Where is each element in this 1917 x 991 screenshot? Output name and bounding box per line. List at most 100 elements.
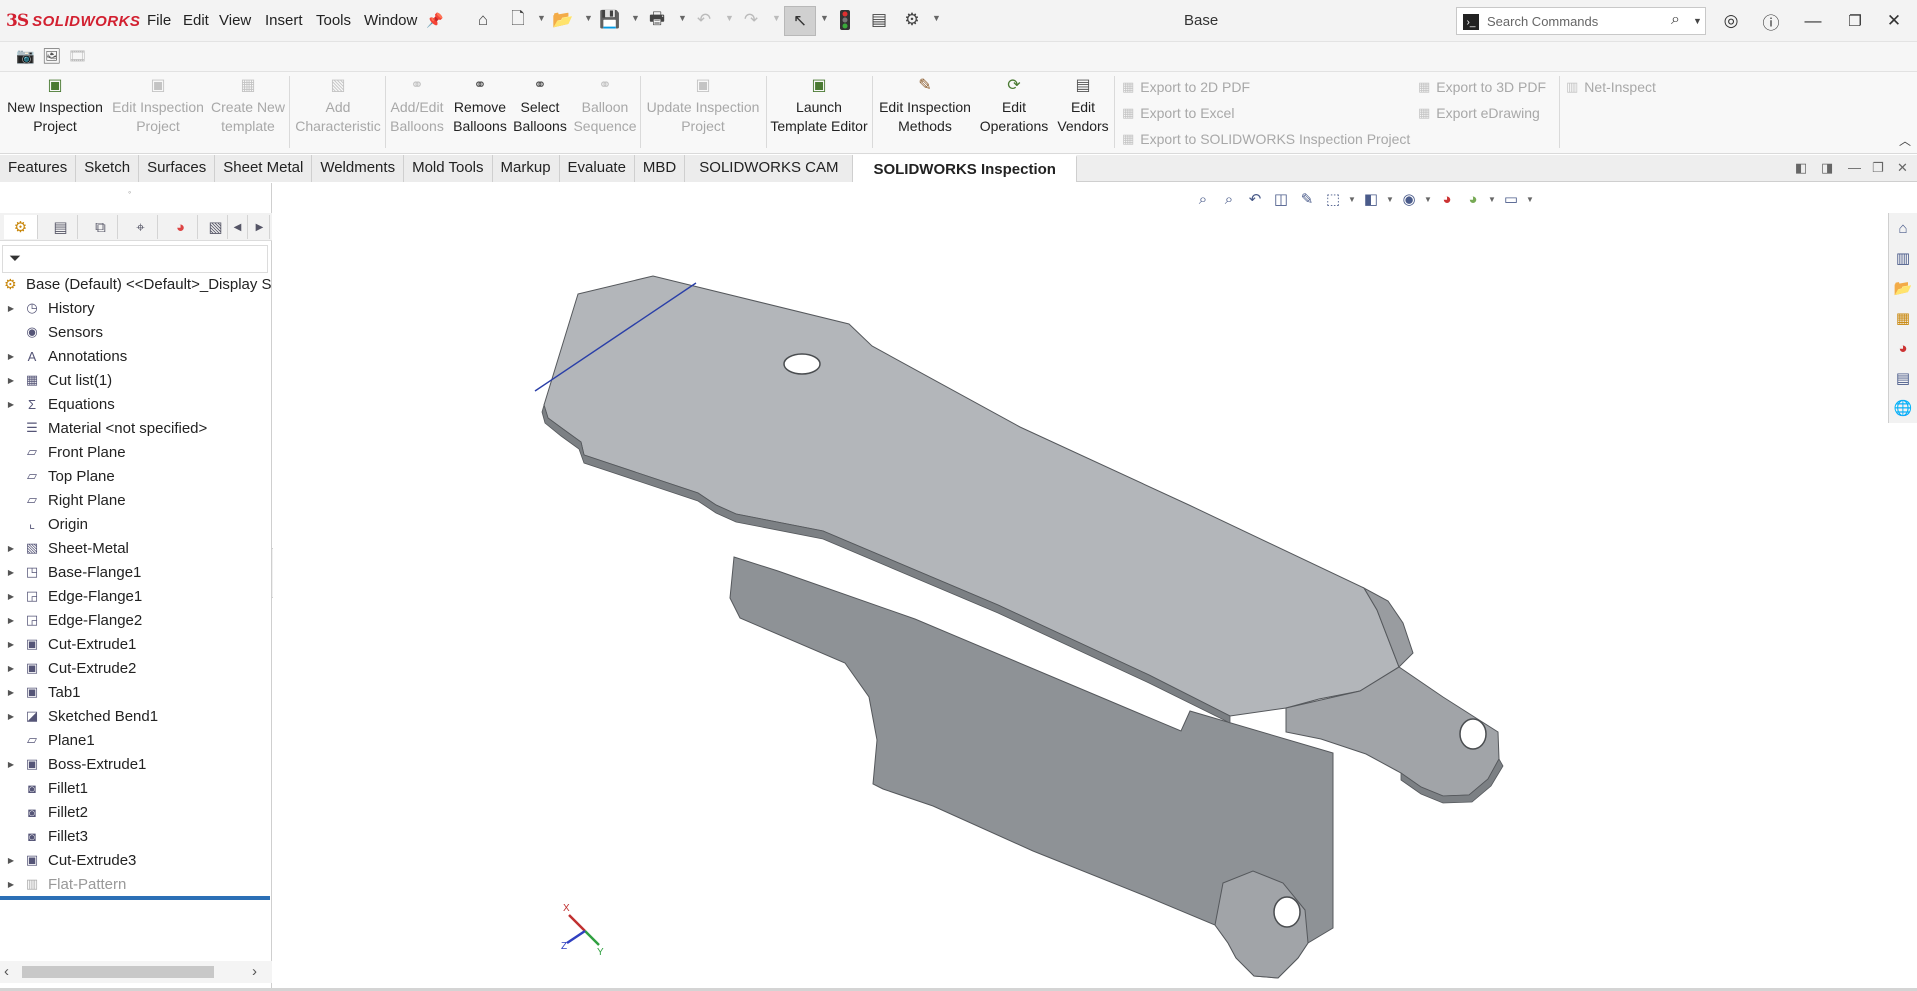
camera-icon[interactable]: 📷 xyxy=(16,47,35,65)
expand-arrow-icon[interactable]: ▶ xyxy=(0,760,22,769)
expand-arrow-icon[interactable]: ▶ xyxy=(0,544,22,553)
expand-arrow-icon[interactable]: ▶ xyxy=(0,592,22,601)
tree-item[interactable]: ▶ ◷ History xyxy=(0,296,272,320)
tree-item[interactable]: ▱ Right Plane xyxy=(0,488,272,512)
new-document-icon[interactable]: 🗋 xyxy=(507,9,529,31)
scroll-right-icon[interactable]: › xyxy=(252,963,257,980)
expand-arrow-icon[interactable]: ▶ xyxy=(0,688,22,697)
open-folder-icon[interactable]: 📂 xyxy=(552,9,574,31)
tab-markup[interactable]: Markup xyxy=(492,155,560,182)
tree-item[interactable]: ⌞ Origin xyxy=(0,512,272,536)
tab-sketch[interactable]: Sketch xyxy=(76,155,140,182)
expand-arrow-icon[interactable]: ▶ xyxy=(0,304,22,313)
account-icon[interactable]: ◎ xyxy=(1718,8,1744,34)
graphics-area[interactable]: ⌕ ⌕ ↶ ◫ ✎ ⬚ ▼ ◧ ▼ ◉ ▼ ◕ ◕ ▼ ▭ ▼ X Y Z xyxy=(273,183,1917,991)
tabs-scroll-left-icon[interactable]: ◀ xyxy=(228,215,248,239)
tab-evaluate[interactable]: Evaluate xyxy=(559,155,635,182)
redo-icon[interactable]: ↷ xyxy=(740,9,762,31)
tree-item[interactable]: ▱ Plane1 xyxy=(0,728,272,752)
menu-insert[interactable]: Insert xyxy=(265,12,303,29)
tree-item[interactable]: ◙ Fillet3 xyxy=(0,824,272,848)
home-icon[interactable]: ⌂ xyxy=(472,9,494,31)
doc-restore-icon[interactable]: ❐ xyxy=(1872,160,1884,176)
screen-capture-icon[interactable]: 🖼 xyxy=(42,47,61,65)
tab-surfaces[interactable]: Surfaces xyxy=(139,155,216,182)
panel-horizontal-scrollbar[interactable]: ‹ › xyxy=(0,961,272,983)
tree-item[interactable]: ▶ ▣ Tab1 xyxy=(0,680,272,704)
expand-arrow-icon[interactable]: ▶ xyxy=(0,400,22,409)
tile-right-icon[interactable]: ◨ xyxy=(1821,160,1833,176)
appearances-scenes-icon[interactable]: ◕ xyxy=(1892,337,1914,359)
tree-item[interactable]: ▶ Σ Equations xyxy=(0,392,272,416)
tree-item[interactable]: ☰ Material <not specified> xyxy=(0,416,272,440)
create-new-template-button[interactable]: ▦ Create New template xyxy=(208,76,288,136)
record-icon[interactable]: 🎞 xyxy=(68,47,87,65)
balloon-sequence-button[interactable]: ⚭ Balloon Sequence xyxy=(572,76,638,136)
undo-dropdown-icon[interactable]: ▼ xyxy=(725,13,734,23)
tree-item[interactable]: ◉ Sensors xyxy=(0,320,272,344)
display-manager-tab-icon[interactable]: ◕ xyxy=(164,215,198,239)
menu-window[interactable]: Window xyxy=(364,12,417,29)
tab-weldments[interactable]: Weldments xyxy=(312,155,405,182)
tab-sheet-metal[interactable]: Sheet Metal xyxy=(215,155,313,182)
sheet-metal-part-model[interactable] xyxy=(273,183,1917,991)
save-icon[interactable]: 💾 xyxy=(599,9,621,31)
tree-item[interactable]: ▶ ▣ Cut-Extrude2 xyxy=(0,656,272,680)
remove-balloons-button[interactable]: ⚭ Remove Balloons xyxy=(448,76,512,136)
new-dropdown-icon[interactable]: ▼ xyxy=(537,13,546,23)
expand-arrow-icon[interactable]: ▶ xyxy=(0,616,22,625)
tree-item[interactable]: ▶ ▣ Cut-Extrude1 xyxy=(0,632,272,656)
tree-item[interactable]: ◙ Fillet1 xyxy=(0,776,272,800)
expand-arrow-icon[interactable]: ▶ xyxy=(0,880,22,889)
search-icon[interactable]: ⌕ xyxy=(1671,11,1680,29)
tab-features[interactable]: Features xyxy=(0,155,77,182)
property-manager-tab-icon[interactable]: ▤ xyxy=(44,215,78,239)
doc-close-icon[interactable]: ✕ xyxy=(1897,160,1908,176)
redo-dropdown-icon[interactable]: ▼ xyxy=(772,13,781,23)
app-logo[interactable]: 3S SOLIDWORKS xyxy=(6,9,140,33)
solidworks-forum-icon[interactable]: 🌐 xyxy=(1892,397,1914,419)
menu-file[interactable]: File xyxy=(147,12,171,29)
close-icon[interactable]: ✕ xyxy=(1881,8,1907,34)
tree-filter[interactable]: ⏷ xyxy=(2,245,268,273)
tree-item[interactable]: ▶ ◪ Sketched Bend1 xyxy=(0,704,272,728)
export-sw-inspection-project-button[interactable]: ▦ Export to SOLIDWORKS Inspection Project xyxy=(1122,131,1410,147)
tree-item[interactable]: ▶ ◲ Edge-Flange1 xyxy=(0,584,272,608)
tree-item[interactable]: ◙ Fillet2 xyxy=(0,800,272,824)
menu-view[interactable]: View xyxy=(219,12,251,29)
tab-mbd[interactable]: MBD xyxy=(634,155,686,182)
export-2d-pdf-button[interactable]: ▦ Export to 2D PDF xyxy=(1122,79,1250,95)
solidworks-resources-icon[interactable]: ⌂ xyxy=(1892,217,1914,239)
export-3d-pdf-button[interactable]: ▦ Export to 3D PDF xyxy=(1418,79,1546,95)
undo-icon[interactable]: ↶ xyxy=(693,9,715,31)
tab-solidworks-cam[interactable]: SOLIDWORKS CAM xyxy=(685,155,854,182)
cam-manager-tab-icon[interactable]: ▧ xyxy=(204,215,228,239)
tile-left-icon[interactable]: ◧ xyxy=(1795,160,1807,176)
tree-item[interactable]: ▱ Front Plane xyxy=(0,440,272,464)
pin-icon[interactable]: 📌 xyxy=(424,9,446,31)
minimize-icon[interactable]: — xyxy=(1800,8,1826,34)
expand-arrow-icon[interactable]: ▶ xyxy=(0,712,22,721)
tree-item[interactable]: ▶ A Annotations xyxy=(0,344,272,368)
view-palette-icon[interactable]: ▦ xyxy=(1892,307,1914,329)
tree-item[interactable]: ▶ ▣ Cut-Extrude3 xyxy=(0,848,272,872)
tree-item[interactable]: ▶ ◳ Base-Flange1 xyxy=(0,560,272,584)
doc-minimize-icon[interactable]: — xyxy=(1848,160,1861,175)
tabs-scroll-right-icon[interactable]: ▶ xyxy=(250,215,270,239)
expand-arrow-icon[interactable]: ▶ xyxy=(0,664,22,673)
dimxpert-manager-tab-icon[interactable]: ⌖ xyxy=(124,215,158,239)
feature-manager-tab-icon[interactable]: ⚙ xyxy=(4,215,38,239)
update-inspection-project-button[interactable]: ▣ Update Inspection Project xyxy=(642,76,764,136)
tree-item[interactable]: ▶ ◲ Edge-Flange2 xyxy=(0,608,272,632)
print-dropdown-icon[interactable]: ▼ xyxy=(678,13,687,23)
add-characteristic-button[interactable]: ▧ Add Characteristic xyxy=(292,76,384,136)
new-inspection-project-button[interactable]: ▣ New Inspection Project xyxy=(4,76,106,136)
net-inspect-button[interactable]: ▥ Net-Inspect xyxy=(1566,79,1656,95)
tree-item[interactable]: ▶ ▥ Flat-Pattern xyxy=(0,872,272,896)
tree-root-part[interactable]: ⚙ Base (Default) <<Default>_Display S xyxy=(0,272,272,296)
print-icon[interactable]: 🖶 xyxy=(646,9,668,31)
restore-icon[interactable]: ❐ xyxy=(1842,8,1868,34)
search-commands-box[interactable]: ›_ Search Commands ⌕ ▼ xyxy=(1456,7,1706,35)
panel-grip-icon[interactable]: ◦ xyxy=(128,187,131,197)
design-library-icon[interactable]: ▥ xyxy=(1892,247,1914,269)
